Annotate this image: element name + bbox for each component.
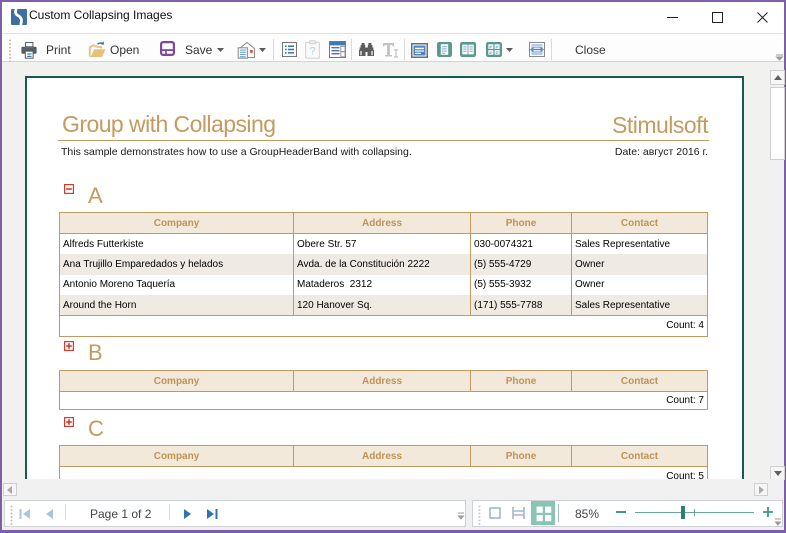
svg-text:?: ? [309,46,315,58]
